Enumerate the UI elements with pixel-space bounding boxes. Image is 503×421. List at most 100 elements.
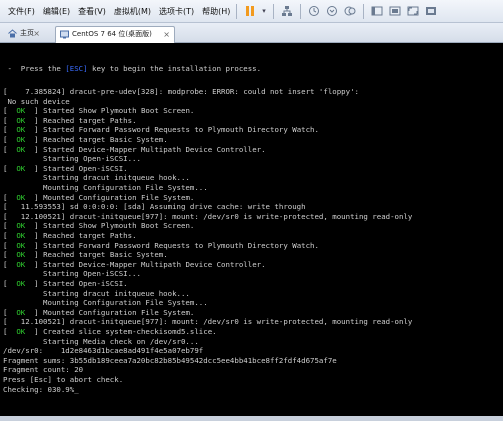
menu-help[interactable]: 帮助(H) bbox=[198, 0, 234, 23]
console-line: No such device bbox=[3, 96, 70, 107]
console-line-text: /dev/sr0: 1d2e8463d1bcae8ad491f4e5a07eb7… bbox=[3, 346, 204, 356]
toolbar-power: ▾ bbox=[232, 3, 440, 19]
home-icon bbox=[8, 29, 17, 38]
ok-status: OK bbox=[16, 307, 26, 317]
toolbar-separator bbox=[300, 3, 301, 19]
toolbar-separator bbox=[236, 3, 237, 19]
console-line: [ OK ] Started Show Plymouth Boot Screen… bbox=[3, 221, 195, 231]
vm-icon bbox=[60, 30, 69, 39]
ok-status: OK bbox=[16, 192, 26, 202]
console-line: Starting Open-iSCSI... bbox=[3, 269, 141, 279]
full-screen-icon[interactable] bbox=[405, 3, 421, 19]
tab-home[interactable]: 主页 × bbox=[4, 26, 44, 43]
menu-file[interactable]: 文件(F) bbox=[4, 0, 39, 23]
console-line-text: Reached target Basic System. bbox=[43, 250, 168, 260]
console-line-text: Started Show Plymouth Boot Screen. bbox=[43, 106, 195, 116]
network-icon[interactable] bbox=[279, 3, 295, 19]
console-line: [ OK ] Started Device-Mapper Multipath D… bbox=[3, 259, 266, 269]
vm-console-screen[interactable]: - Press the [ESC] key to begin the insta… bbox=[0, 43, 503, 416]
ok-status: OK bbox=[16, 163, 26, 173]
console-line-text: Started Open-iSCSI. bbox=[43, 163, 128, 173]
console-line: [ OK ] Started Forward Password Requests… bbox=[3, 240, 319, 250]
console-line-text: No such device bbox=[3, 96, 70, 106]
console-line: [ OK ] Reached target Basic System. bbox=[3, 135, 168, 144]
console-line-text: Starting Open-iSCSI... bbox=[3, 269, 141, 279]
close-icon[interactable]: × bbox=[163, 27, 170, 42]
menu-view[interactable]: 查看(V) bbox=[74, 0, 110, 23]
console-line-text: Starting dracut initqueue hook... bbox=[3, 288, 190, 298]
console-line: [ OK ] Mounted Configuration File System… bbox=[3, 192, 195, 202]
chevron-down-icon[interactable]: ▾ bbox=[260, 3, 268, 19]
ok-status: OK bbox=[16, 259, 26, 269]
console-line-text: Starting dracut initqueue hook... bbox=[3, 173, 190, 183]
console-line: [ OK ] Started Open-iSCSI. bbox=[3, 279, 128, 288]
console-line-text: Press [Esc] to abort check. bbox=[3, 375, 124, 384]
menu-edit[interactable]: 编辑(E) bbox=[39, 0, 74, 23]
console-line: [ OK ] Started Forward Password Requests… bbox=[3, 125, 319, 135]
console-prompt-line: - Press the [ESC] key to begin the insta… bbox=[3, 64, 261, 74]
ok-status: OK bbox=[16, 115, 26, 125]
console-line: [ 12.100521] dracut-initqueue[977]: moun… bbox=[3, 317, 412, 327]
console-line: Fragment sums: 3b55db189ceea7a20bc82b85b… bbox=[3, 356, 337, 366]
console-line: Fragment count: 20 bbox=[3, 365, 83, 375]
console-line: [ OK ] Started Show Plymouth Boot Screen… bbox=[3, 106, 195, 116]
console-line-text: Reached target Paths. bbox=[43, 231, 137, 240]
ok-status: OK bbox=[16, 135, 26, 144]
console-line-text: Reached target Paths. bbox=[43, 115, 137, 125]
ok-status: OK bbox=[16, 106, 26, 116]
status-bar bbox=[0, 416, 503, 421]
console-line-text: Fragment sums: 3b55db189ceea7a20bc82b85b… bbox=[3, 355, 337, 365]
console-line-text: Starting Media check on /dev/sr0... bbox=[3, 336, 199, 346]
ok-status: OK bbox=[16, 240, 26, 250]
console-line: [ OK ] Reached target Basic System. bbox=[3, 250, 168, 260]
console-line: [ OK ] Reached target Paths. bbox=[3, 115, 137, 125]
console-line: Checking: 030.9%_ bbox=[3, 385, 79, 395]
console-line-text: [ 11.593553] sd 0:0:0:0: [sda] Assuming … bbox=[3, 202, 306, 212]
snapshot-icon[interactable] bbox=[306, 3, 322, 19]
console-line-text: Created slice system-checkisomd5.slice. bbox=[43, 327, 217, 336]
console-line: Starting dracut initqueue hook... bbox=[3, 173, 190, 183]
tab-vm[interactable]: CentOS 7 64 位(桌面版) × bbox=[55, 26, 175, 43]
unity-icon[interactable] bbox=[423, 3, 439, 19]
ok-status: OK bbox=[16, 250, 26, 260]
toolbar-separator bbox=[363, 3, 364, 19]
console-line-text: [ 12.100521] dracut-initqueue[977]: moun… bbox=[3, 211, 413, 221]
console-prompt-after: key to begin the installation process. bbox=[87, 64, 262, 73]
sidebar-icon[interactable] bbox=[369, 3, 385, 19]
console-line-text: Fragment count: 20 bbox=[3, 365, 84, 375]
menu-vm[interactable]: 虚拟机(M) bbox=[110, 0, 155, 23]
snapshot-manager-icon[interactable] bbox=[342, 3, 358, 19]
console-line-text: Starting Open-iSCSI... bbox=[3, 154, 141, 164]
tab-home-label: 主页 bbox=[20, 29, 34, 37]
pause-icon[interactable] bbox=[242, 3, 258, 19]
console-line: Starting dracut initqueue hook... bbox=[3, 289, 190, 299]
console-prompt-key: [ESC] bbox=[65, 64, 88, 73]
console-line: [ 12.100521] dracut-initqueue[977]: moun… bbox=[3, 212, 412, 222]
ok-status: OK bbox=[16, 221, 26, 231]
console-line-text: Started Open-iSCSI. bbox=[43, 279, 128, 288]
console-line-text: Started Show Plymouth Boot Screen. bbox=[43, 221, 195, 231]
console-line: Mounting Configuration File System... bbox=[3, 298, 208, 308]
menu-tabs[interactable]: 选项卡(T) bbox=[155, 0, 198, 23]
console-line: [ OK ] Reached target Paths. bbox=[3, 231, 137, 240]
console-view-icon[interactable] bbox=[387, 3, 403, 19]
console-line-text: [ 7.385824] dracut-pre-udev[328]: modpro… bbox=[3, 87, 359, 96]
console-prompt-before: - Press the bbox=[3, 64, 66, 73]
tab-vm-label: CentOS 7 64 位(桌面版) bbox=[72, 30, 152, 38]
revert-snapshot-icon[interactable] bbox=[324, 3, 340, 19]
console-line-text: Checking: 030.9%_ bbox=[3, 384, 79, 394]
console-line: Starting Media check on /dev/sr0... bbox=[3, 337, 199, 347]
console-line-text: Started Forward Password Requests to Ply… bbox=[43, 240, 319, 250]
console-line: Starting Open-iSCSI... bbox=[3, 154, 141, 164]
console-line-text: Reached target Basic System. bbox=[43, 135, 168, 144]
console-line: [ OK ] Created slice system-checkisomd5.… bbox=[3, 327, 217, 336]
console-line: Press [Esc] to abort check. bbox=[3, 375, 123, 385]
console-line-text: [ 12.100521] dracut-initqueue[977]: moun… bbox=[3, 317, 413, 327]
console-line: [ OK ] Started Device-Mapper Multipath D… bbox=[3, 144, 266, 154]
console-line-text: Mounting Configuration File System... bbox=[3, 298, 208, 308]
close-icon[interactable]: × bbox=[33, 26, 40, 41]
console-line-text: Mounted Configuration File System. bbox=[43, 192, 195, 202]
tab-bar: 主页 × CentOS 7 64 位(桌面版) × bbox=[0, 23, 503, 43]
console-line-text: Mounting Configuration File System... bbox=[3, 183, 208, 192]
toolbar-separator bbox=[273, 3, 274, 19]
